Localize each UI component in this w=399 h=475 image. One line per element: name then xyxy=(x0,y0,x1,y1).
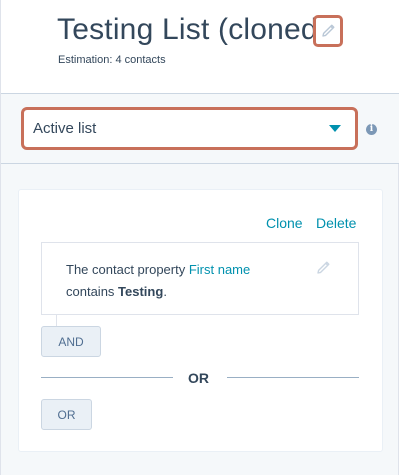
clone-filter-link[interactable]: Clone xyxy=(266,215,303,231)
title-row: Testing List (cloned) xyxy=(57,13,328,47)
list-type-value: Active list xyxy=(33,120,97,137)
or-divider-right xyxy=(227,377,359,378)
and-connector-line xyxy=(56,315,57,326)
pencil-icon xyxy=(322,24,335,37)
list-type-section: Active list xyxy=(1,94,399,164)
list-title: Testing List (cloned) xyxy=(57,13,328,46)
or-divider-label: OR xyxy=(188,370,209,386)
filter-operator: contains xyxy=(66,284,119,299)
list-editor-panel: Testing List (cloned) Estimation: 4 cont… xyxy=(0,0,399,475)
filter-property[interactable]: First name xyxy=(189,262,250,277)
filter-prefix: The contact property xyxy=(66,262,189,277)
or-divider-left xyxy=(41,377,173,378)
estimation-text: Estimation: 4 contacts xyxy=(58,54,166,66)
info-icon[interactable]: i xyxy=(366,124,377,135)
filter-description: The contact property First name contains… xyxy=(66,259,296,303)
list-type-highlight: Active list xyxy=(21,107,358,150)
list-header: Testing List (cloned) Estimation: 4 cont… xyxy=(1,0,399,94)
filter-condition[interactable]: The contact property First name contains… xyxy=(41,242,359,315)
edit-title-button[interactable] xyxy=(313,15,343,47)
add-or-filter-button[interactable]: OR xyxy=(41,399,92,430)
filter-value: Testing xyxy=(118,284,164,299)
list-type-dropdown[interactable]: Active list xyxy=(28,114,351,143)
pencil-icon[interactable] xyxy=(315,260,331,276)
filter-suffix: . xyxy=(163,284,167,299)
caret-down-icon xyxy=(329,125,341,132)
delete-filter-link[interactable]: Delete xyxy=(316,215,356,231)
add-and-filter-button[interactable]: AND xyxy=(41,326,101,357)
